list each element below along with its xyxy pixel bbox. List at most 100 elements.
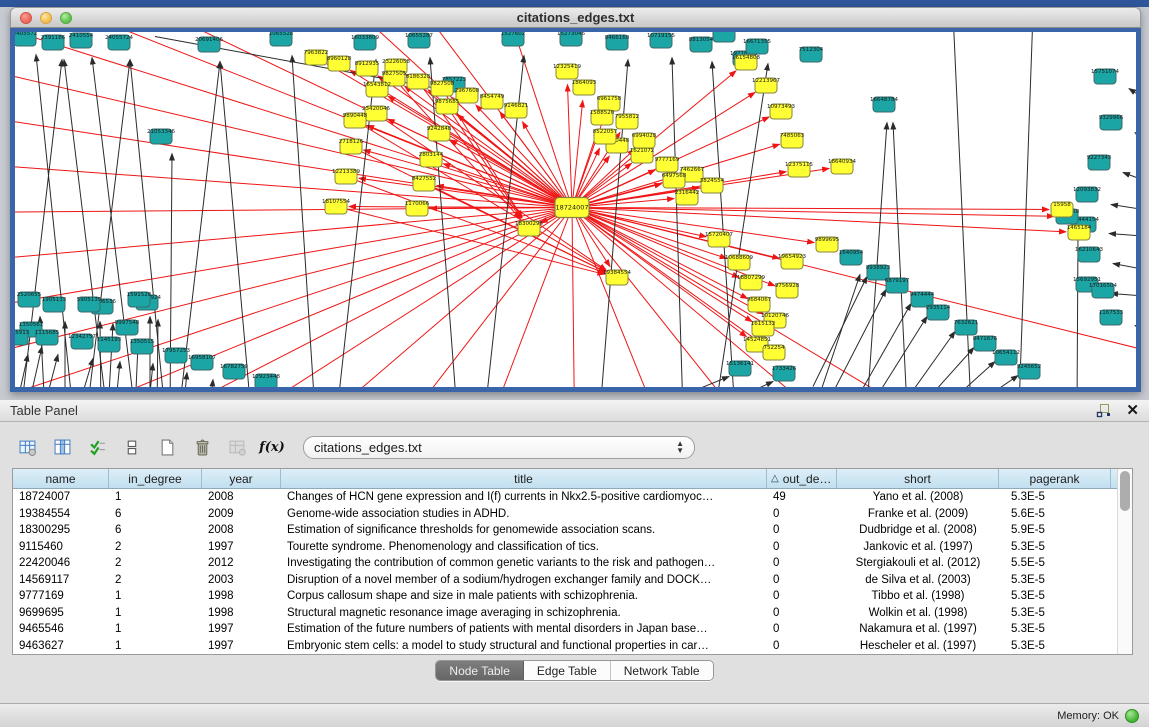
- table-cell[interactable]: Corpus callosum shape and size in male p…: [281, 588, 767, 605]
- table-cell[interactable]: 9777169: [13, 588, 109, 605]
- table-row[interactable]: 911546021997Tourette syndrome. Phenomeno…: [13, 539, 1117, 556]
- table-cell[interactable]: 6: [109, 506, 202, 523]
- tab-edge-table[interactable]: Edge Table: [524, 661, 611, 680]
- table-cell[interactable]: 1: [109, 588, 202, 605]
- table-cell[interactable]: 1: [109, 605, 202, 622]
- column-header-title[interactable]: title: [281, 469, 767, 488]
- table-row[interactable]: 969969511998Structural magnetic resonanc…: [13, 605, 1117, 622]
- tab-node-table[interactable]: Node Table: [436, 661, 524, 680]
- table-cell[interactable]: 1998: [202, 605, 281, 622]
- show-columns-button[interactable]: [48, 434, 76, 460]
- table-cell[interactable]: 1997: [202, 539, 281, 556]
- table-cell[interactable]: 2003: [202, 572, 281, 589]
- table-cell[interactable]: 49: [767, 489, 837, 506]
- float-panel-icon[interactable]: [1096, 403, 1112, 418]
- column-header-out_de[interactable]: △out_de…: [767, 469, 837, 488]
- table-cell[interactable]: 5.3E-5: [999, 605, 1111, 622]
- table-cell[interactable]: 9115460: [13, 539, 109, 556]
- table-cell[interactable]: 19384554: [13, 506, 109, 523]
- table-cell[interactable]: 1: [109, 489, 202, 506]
- table-cell[interactable]: 0: [767, 539, 837, 556]
- table-cell[interactable]: 0: [767, 605, 837, 622]
- table-cell[interactable]: Estimation of significance thresholds fo…: [281, 522, 767, 539]
- table-cell[interactable]: 18300295: [13, 522, 109, 539]
- table-cell[interactable]: 2: [109, 572, 202, 589]
- tab-network-table[interactable]: Network Table: [611, 661, 713, 680]
- table-cell[interactable]: 5.3E-5: [999, 621, 1111, 638]
- table-cell[interactable]: 0: [767, 522, 837, 539]
- table-cell[interactable]: 2008: [202, 489, 281, 506]
- function-builder-button[interactable]: f(x): [258, 434, 286, 460]
- table-cell[interactable]: Structural magnetic resonance image aver…: [281, 605, 767, 622]
- table-row[interactable]: 1938455462009Genome-wide association stu…: [13, 506, 1117, 523]
- table-cell[interactable]: 1: [109, 621, 202, 638]
- table-cell[interactable]: 0: [767, 638, 837, 655]
- table-cell[interactable]: 1: [109, 638, 202, 655]
- table-cell[interactable]: Estimation of the future numbers of pati…: [281, 621, 767, 638]
- table-cell[interactable]: Investigating the contribution of common…: [281, 555, 767, 572]
- table-cell[interactable]: Yano et al. (2008): [837, 489, 999, 506]
- table-cell[interactable]: 5.3E-5: [999, 572, 1111, 589]
- table-cell[interactable]: Tourette syndrome. Phenomenology and cla…: [281, 539, 767, 556]
- table-scrollbar-thumb[interactable]: [1120, 471, 1130, 511]
- table-cell[interactable]: Nakamura et al. (1997): [837, 621, 999, 638]
- select-checks-button[interactable]: [83, 434, 111, 460]
- table-row[interactable]: 946362711997Embryonic stem cells: a mode…: [13, 638, 1117, 655]
- table-row[interactable]: 1456911722003Disruption of a novel membe…: [13, 572, 1117, 589]
- table-cell[interactable]: Changes of HCN gene expression and I(f) …: [281, 489, 767, 506]
- new-file-button[interactable]: [153, 434, 181, 460]
- table-cell[interactable]: 14569117: [13, 572, 109, 589]
- table-cell[interactable]: 6: [109, 522, 202, 539]
- close-panel-icon[interactable]: ✕: [1126, 404, 1139, 418]
- table-cell[interactable]: Disruption of a novel member of a sodium…: [281, 572, 767, 589]
- table-settings-button[interactable]: [13, 434, 41, 460]
- table-cell[interactable]: 5.9E-5: [999, 522, 1111, 539]
- table-cell[interactable]: 5.3E-5: [999, 588, 1111, 605]
- table-cell[interactable]: Tibbo et al. (1998): [837, 588, 999, 605]
- table-selector-dropdown[interactable]: citations_edges.txt▲▼: [303, 436, 695, 459]
- column-header-name[interactable]: name: [13, 469, 109, 488]
- table-cell[interactable]: 22420046: [13, 555, 109, 572]
- table-row[interactable]: 1872400712008Changes of HCN gene express…: [13, 489, 1117, 506]
- table-cell[interactable]: 5.3E-5: [999, 539, 1111, 556]
- table-cell[interactable]: 1998: [202, 588, 281, 605]
- table-cell[interactable]: Embryonic stem cells: a model to study s…: [281, 638, 767, 655]
- table-cell[interactable]: 9465546: [13, 621, 109, 638]
- table-cell[interactable]: 5.6E-5: [999, 506, 1111, 523]
- column-header-in_degree[interactable]: in_degree: [109, 469, 202, 488]
- table-cell[interactable]: Jankovic et al. (1997): [837, 539, 999, 556]
- column-header-pagerank[interactable]: pagerank: [999, 469, 1111, 488]
- network-canvas[interactable]: 2405572239118624105542405572420691406106…: [15, 32, 1136, 387]
- table-cell[interactable]: 2009: [202, 506, 281, 523]
- table-row[interactable]: 2242004622012Investigating the contribut…: [13, 555, 1117, 572]
- table-cell[interactable]: Franke et al. (2009): [837, 506, 999, 523]
- table-row[interactable]: 1830029562008Estimation of significance …: [13, 522, 1117, 539]
- table-cell[interactable]: 9463627: [13, 638, 109, 655]
- table-cell[interactable]: 0: [767, 506, 837, 523]
- table-cell[interactable]: 2: [109, 555, 202, 572]
- table-cell[interactable]: Stergiakouli et al. (2012): [837, 555, 999, 572]
- table-cell[interactable]: Dudbridge et al. (2008): [837, 522, 999, 539]
- table-cell[interactable]: 0: [767, 588, 837, 605]
- table-cell[interactable]: 18724007: [13, 489, 109, 506]
- graph-node[interactable]: [713, 32, 735, 42]
- table-cell[interactable]: 5.3E-5: [999, 489, 1111, 506]
- table-cell[interactable]: 2008: [202, 522, 281, 539]
- window-titlebar[interactable]: citations_edges.txt: [10, 7, 1141, 28]
- table-cell[interactable]: 1997: [202, 621, 281, 638]
- table-cell[interactable]: 2012: [202, 555, 281, 572]
- table-row[interactable]: 946554611997Estimation of the future num…: [13, 621, 1117, 638]
- table-cell[interactable]: 1997: [202, 638, 281, 655]
- table-cell[interactable]: 9699695: [13, 605, 109, 622]
- table-cell[interactable]: 5.3E-5: [999, 638, 1111, 655]
- table-cell[interactable]: 2: [109, 539, 202, 556]
- table-cell[interactable]: 0: [767, 555, 837, 572]
- table-cell[interactable]: de Silva et al. (2003): [837, 572, 999, 589]
- table-row[interactable]: 977716911998Corpus callosum shape and si…: [13, 588, 1117, 605]
- table-cell[interactable]: Wolkin et al. (1998): [837, 605, 999, 622]
- table-cell[interactable]: Hescheler et al. (1997): [837, 638, 999, 655]
- table-cell[interactable]: Genome-wide association studies in ADHD.: [281, 506, 767, 523]
- table-cell[interactable]: 5.5E-5: [999, 555, 1111, 572]
- delete-button[interactable]: [188, 434, 216, 460]
- column-header-year[interactable]: year: [202, 469, 281, 488]
